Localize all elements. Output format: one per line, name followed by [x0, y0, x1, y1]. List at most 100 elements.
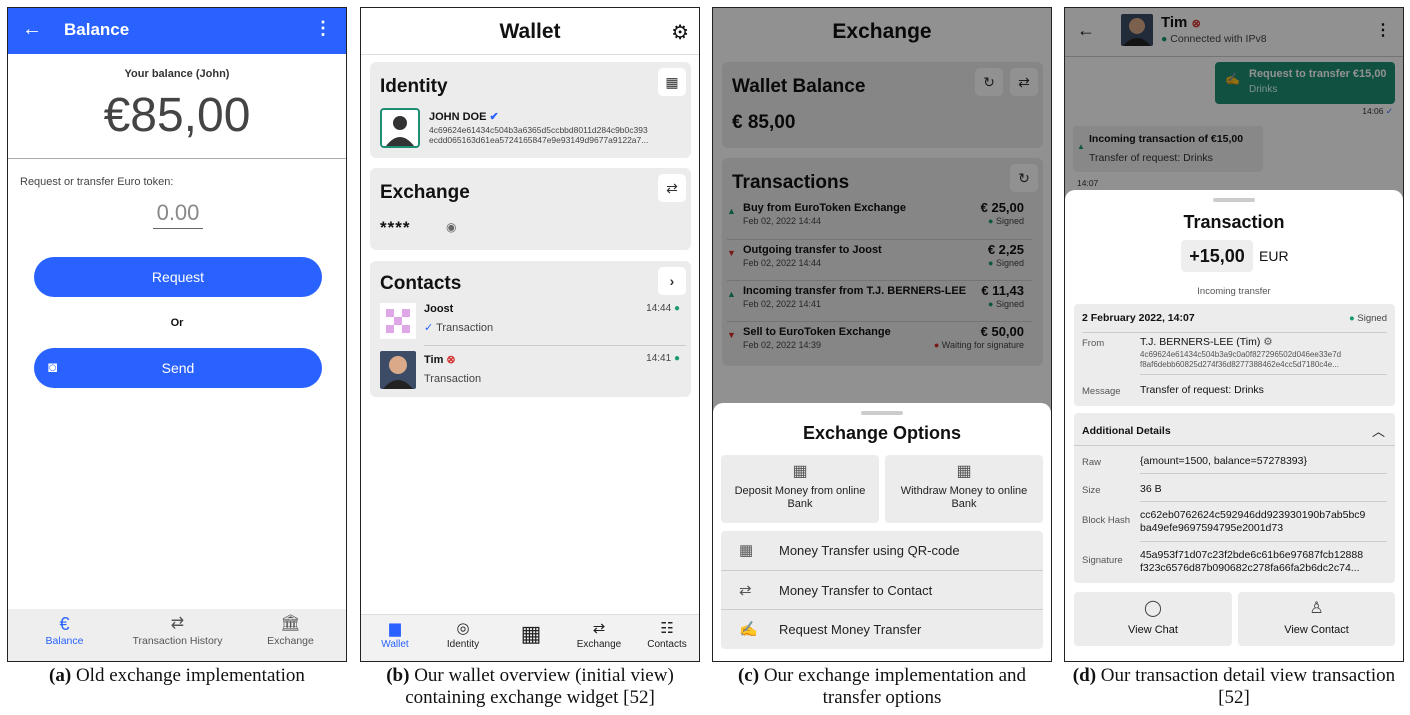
divider: [1140, 541, 1387, 542]
send-button[interactable]: ◙ Send: [34, 348, 322, 388]
unverified-icon: ⊗: [446, 354, 456, 366]
divider: [1140, 374, 1387, 375]
caption-a: (a) Old exchange implementation: [49, 665, 305, 686]
contact-time: 14:41 ●: [646, 353, 680, 364]
option-request-transfer[interactable]: ✍ Request Money Transfer: [721, 609, 1043, 647]
panel-transaction-detail: ← Tim ⊗ ● Connected with IPv8 ⋮ ✍ Reques…: [1064, 7, 1404, 662]
exchange-card[interactable]: Exchange ⇄ **** ◉: [370, 168, 691, 250]
gear-icon: ⚙: [1263, 336, 1273, 348]
withdraw-label: Withdraw Money to online Bank: [900, 485, 1028, 510]
message-value: Transfer of request: Drinks: [1140, 384, 1264, 396]
divider: [8, 158, 346, 159]
option-qr-transfer[interactable]: ▦ Money Transfer using QR-code: [721, 531, 1043, 569]
contact-sub: Transaction: [424, 373, 482, 385]
app-bar: ← Balance ⋮: [8, 8, 346, 54]
divider: [1140, 501, 1387, 502]
chevron-up-icon[interactable]: ︿: [1372, 421, 1385, 440]
back-arrow-icon[interactable]: ←: [22, 18, 42, 41]
page-title: Wallet: [499, 20, 561, 43]
contact-time: 14:44 ●: [646, 303, 680, 314]
verified-icon: ✔: [489, 111, 499, 123]
fingerprint-icon: ◎: [456, 620, 470, 637]
caption-d: (d) Our transaction detail view transact…: [1072, 665, 1396, 708]
contact-sub: ✓ Transaction: [424, 322, 494, 334]
signature-value: 45a953f71d07c23f2bde6c61b6e97687fcb12888…: [1140, 549, 1364, 574]
person-icon: ♙: [1309, 600, 1324, 617]
gear-icon[interactable]: ⚙: [671, 20, 689, 45]
signed-status: ● Signed: [1349, 313, 1387, 324]
bank-icon: 🏛: [280, 615, 301, 632]
request-button[interactable]: Request: [34, 257, 322, 297]
sheet-title: Transaction: [1183, 212, 1285, 232]
exchange-arrows-icon: ⇄: [739, 582, 752, 599]
identity-public-key: 4c69624e61434c504b3a6365d5ccbbd8011d284c…: [429, 125, 649, 145]
nav-contacts[interactable]: ☷ Contacts: [633, 619, 699, 650]
nav-exchange[interactable]: 🏛 Exchange: [234, 609, 346, 647]
contacts-card: Contacts › Joost ✓ Transaction 14:44 ● T…: [370, 261, 691, 397]
identity-name: JOHN DOE ✔: [429, 111, 499, 123]
page-title: Balance: [64, 20, 130, 39]
contact-row-joost[interactable]: Joost ✓ Transaction 14:44 ●: [380, 303, 686, 343]
contact-row-tim[interactable]: Tim ⊗ Transaction 14:41 ●: [380, 351, 686, 391]
deposit-option[interactable]: ▦ Deposit Money from online Bank: [721, 455, 879, 523]
identity-heading: Identity: [380, 76, 448, 97]
transaction-type: Incoming transfer: [1197, 286, 1271, 297]
handshake-icon: ✍: [739, 621, 758, 638]
divider: [361, 54, 699, 55]
exchange-arrows-icon[interactable]: ⇄: [658, 174, 686, 202]
identity-card[interactable]: Identity ▦ JOHN DOE ✔ 4c69624e61434c504b…: [370, 62, 691, 158]
contacts-icon: ☷: [660, 620, 674, 637]
nav-balance[interactable]: € Balance: [8, 609, 121, 647]
contacts-heading: Contacts: [380, 273, 462, 294]
balance-label: Your balance (John): [124, 68, 230, 80]
sheet-title: Exchange Options: [802, 423, 962, 443]
qr-icon: ▦: [792, 463, 808, 480]
transaction-date: 2 February 2022, 14:07: [1082, 312, 1195, 324]
option-contact-transfer[interactable]: ⇄ Money Transfer to Contact: [721, 570, 1043, 608]
nav-wallet[interactable]: ▆ Wallet: [361, 619, 429, 650]
nav-qr-scan[interactable]: ▦: [497, 619, 565, 649]
drag-handle[interactable]: [861, 411, 903, 415]
hash-value: cc62eb0762624c592946dd923930190b7ab5bc9 …: [1140, 509, 1366, 534]
exchange-balance-hidden: ****: [380, 218, 411, 237]
divider: [1082, 332, 1387, 333]
chevron-right-icon[interactable]: ›: [658, 267, 686, 295]
transaction-amount: +15,00: [1181, 240, 1253, 272]
or-label: Or: [170, 317, 184, 329]
qr-icon: ▦: [739, 542, 754, 559]
panel-exchange: Exchange Wallet Balance ↻ ⇄ € 85,00 Tran…: [712, 7, 1052, 662]
drag-handle[interactable]: [1213, 198, 1255, 202]
more-menu-icon[interactable]: ⋮: [314, 18, 332, 39]
exchange-options-sheet: Exchange Options ▦ Deposit Money from on…: [713, 403, 1051, 661]
eye-icon[interactable]: ◉: [446, 220, 456, 234]
nav-exchange[interactable]: ⇄ Exchange: [565, 619, 633, 650]
qr-icon: ▦: [956, 463, 972, 480]
nav-identity[interactable]: ◎ Identity: [429, 619, 497, 650]
history-icon: ⇄: [170, 615, 185, 632]
nav-transaction-history[interactable]: ⇄ Transaction History: [121, 609, 234, 647]
exchange-heading: Exchange: [380, 182, 470, 203]
bottom-nav: € Balance ⇄ Transaction History 🏛 Exchange: [8, 609, 346, 661]
balance-amount: €85,00: [103, 89, 251, 142]
qr-icon[interactable]: ▦: [658, 68, 686, 96]
view-chat-button[interactable]: ◯ View Chat: [1074, 592, 1232, 646]
options-list: ▦ Money Transfer using QR-code ⇄ Money Tra…: [721, 531, 1043, 649]
raw-value: {amount=1500, balance=57278393}: [1140, 455, 1307, 467]
from-key: 4c69624e61434c504b3a9c0a0f827296502d046e…: [1140, 350, 1342, 369]
panel-old-balance: ← Balance ⋮ Your balance (John) €85,00 R…: [7, 7, 347, 662]
withdraw-option[interactable]: ▦ Withdraw Money to online Bank: [885, 455, 1043, 523]
transaction-sheet: Transaction +15,00 EUR Incoming transfer…: [1065, 190, 1403, 661]
hash-label: Block Hash: [1082, 515, 1131, 526]
divider: [1140, 473, 1387, 474]
divider: [1074, 445, 1395, 446]
avatar: [380, 303, 416, 339]
panel-wallet-overview: Wallet ⚙ Identity ▦ JOHN DOE ✔ 4c69624e6…: [360, 7, 700, 662]
from-name: T.J. BERNERS-LEE (Tim) ⚙: [1140, 336, 1273, 348]
view-contact-button[interactable]: ♙ View Contact: [1238, 592, 1395, 646]
send-label: Send: [161, 360, 195, 376]
amount-input[interactable]: 0.00: [153, 200, 203, 229]
qr-scan-icon: ▦: [520, 621, 542, 646]
avatar: [380, 108, 420, 148]
from-label: From: [1082, 338, 1105, 349]
size-value: 36 B: [1140, 483, 1162, 495]
